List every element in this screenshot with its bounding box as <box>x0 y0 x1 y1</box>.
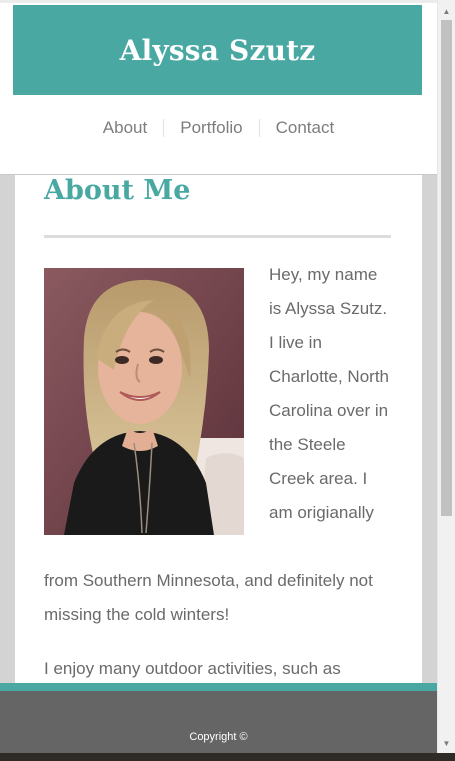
vertical-scrollbar[interactable]: ▲ ▼ <box>437 0 455 753</box>
bio-paragraph-2: I enjoy many outdoor activities, such as <box>44 659 341 678</box>
triangle-down-icon[interactable]: ▼ <box>438 735 455 752</box>
scrollbar-thumb[interactable] <box>441 20 452 516</box>
profile-photo <box>44 268 244 535</box>
window-bottom-edge <box>0 753 455 761</box>
footer-accent-line <box>0 683 437 691</box>
header-top-border <box>0 0 437 3</box>
main-nav: About Portfolio Contact <box>0 118 437 138</box>
nav-link-portfolio[interactable]: Portfolio <box>164 118 258 138</box>
title-banner: Alyssa Szutz <box>13 5 422 95</box>
triangle-up-icon[interactable]: ▲ <box>438 3 455 20</box>
nav-link-contact[interactable]: Contact <box>260 118 351 138</box>
about-section: About Me Hey, my name is Alyssa Szutz. I… <box>15 175 422 761</box>
bio-paragraph-end: from Southern Minnesota, and definitely … <box>44 571 373 624</box>
site-header: Alyssa Szutz About Portfolio Contact <box>0 0 437 175</box>
heading-divider <box>44 235 391 238</box>
copyright-text: Copyright © <box>189 731 248 743</box>
nav-link-about[interactable]: About <box>87 118 163 138</box>
site-footer: Copyright © <box>0 691 437 753</box>
site-title[interactable]: Alyssa Szutz <box>120 34 316 67</box>
bio-paragraph-start: Hey, my name is Alyssa Szutz. I live in … <box>269 265 389 522</box>
profile-photo-image <box>44 268 244 535</box>
page-title: About Me <box>44 175 191 206</box>
